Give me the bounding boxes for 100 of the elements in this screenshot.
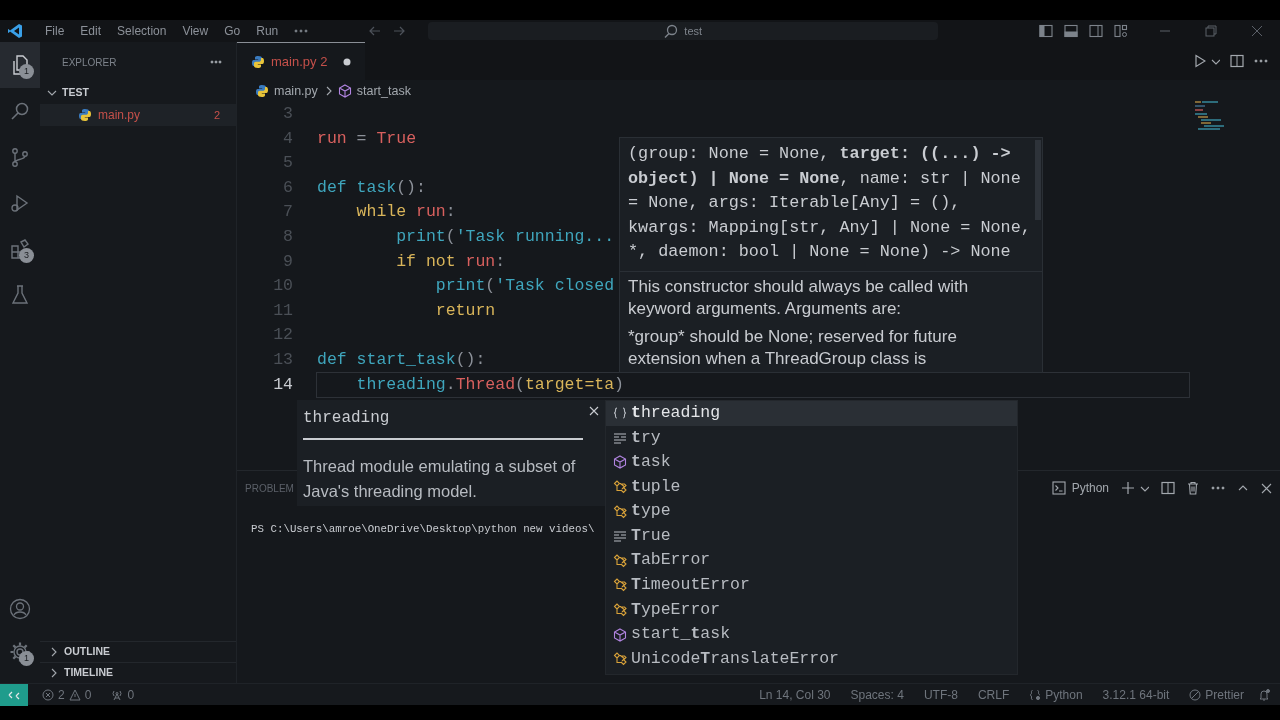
braces-icon [613,406,627,421]
cube-icon [337,84,352,98]
terminal-selector[interactable]: Python [1051,479,1109,497]
suggestion-item[interactable]: UnicodeTranslateError [606,646,1017,672]
suggestion-item[interactable]: TypeError [606,597,1017,623]
doc-paragraph: *group* should be None; reserved for future extension when a ThreadGroup class is [627,325,958,370]
breadcrumb-item[interactable]: start_task [356,81,411,101]
split-terminal-icon[interactable] [1161,481,1175,495]
plus-icon[interactable] [1121,481,1135,495]
suggestion-item[interactable]: True [606,523,1017,549]
class-icon [613,578,627,593]
split-editor-icon[interactable] [1230,54,1244,68]
folder-name[interactable]: TEST [62,85,89,101]
search-field[interactable]: test [428,22,939,40]
badge-count: 3 [19,248,34,263]
close-icon[interactable] [1261,482,1272,494]
section-header[interactable]: OUTLINE [40,641,236,662]
ports-status[interactable]: 0 [101,685,145,704]
class-icon [613,553,627,568]
terminal-icon [1051,481,1066,495]
status-item[interactable]: Spaces: 4 [840,685,914,704]
line-number: 5 [282,152,293,175]
badge-count: 1 [19,651,34,666]
sidebar-title: EXPLORER [62,55,117,70]
status-item[interactable]: CRLF [967,685,1020,704]
menu-item[interactable]: File [37,22,73,40]
breadcrumb-item[interactable]: main.py [274,81,318,101]
doc-paragraph: This constructor should always be called with keyword arguments. Arguments are: [627,275,970,320]
menu-item[interactable]: Edit [72,22,110,40]
cube-icon [613,455,627,470]
more-icon[interactable] [294,29,309,33]
account-icon [9,598,31,620]
minimap-drawing [1195,100,1227,130]
menu-item[interactable]: Selection [109,22,175,40]
text-lines-icon [613,430,627,445]
suggestion-item[interactable]: TimeoutError [606,573,1017,598]
line-number: 14 [272,373,293,396]
suggestion-item[interactable]: tuple [606,474,1017,500]
suggestion-item[interactable]: type [606,499,1017,524]
python-file-icon [251,54,265,69]
search-icon [664,24,679,38]
warning-count: 0 [84,686,92,704]
layout-icon[interactable] [1114,24,1128,38]
line-number: 7 [282,201,293,224]
class-icon [613,504,627,519]
code-line: print('Task closed [434,275,615,298]
status-item[interactable]: Ln 14, Col 30 [749,685,841,704]
play-icon[interactable] [1194,54,1206,68]
problems-status[interactable]: 2 0 [32,685,102,704]
more-icon[interactable] [1254,59,1268,63]
antenna-icon [111,688,124,701]
menu-item[interactable]: View [174,22,217,40]
notification-bell-icon[interactable] [1258,688,1270,701]
code-line: return [434,299,496,322]
remote-button[interactable] [0,683,28,706]
suggestion-item[interactable]: threading [606,401,1017,426]
prohibited-icon [1189,688,1202,701]
menu-item[interactable]: Run [248,22,287,40]
problem-count: 2 [213,107,220,123]
language-status[interactable]: Python [1019,685,1093,704]
code-line: threading.Thread(target=ta) [317,372,1189,398]
panel-toggle-icon[interactable] [1064,24,1078,38]
badge-count: 1 [19,64,34,79]
formatter-status[interactable]: Prettier [1179,685,1254,704]
class-icon [613,603,627,618]
ports-count: 0 [127,686,135,704]
python-file-icon [255,84,269,98]
status-item[interactable]: 3.12.1 64-bit [1092,685,1180,704]
details-title: threading [303,406,583,440]
activity-settings-button[interactable]: 1 [0,629,40,675]
terminal-line: PS C:\Users\amroe\OneDrive\Desktop\python new videos\ [251,522,595,537]
suggestion-item[interactable]: TabError [606,548,1017,574]
more-icon[interactable] [210,60,222,64]
secondary-sidebar-icon[interactable] [1089,24,1103,38]
editor-tab[interactable]: main.py 2 [237,42,366,80]
code-line: print('Task running... [395,225,615,248]
activity-explorer-button[interactable]: 1 [0,42,40,88]
file-name: main.py [98,107,142,124]
class-icon [613,652,627,667]
suggestion-item[interactable]: start_task [606,622,1017,647]
app-logo-icon [7,23,23,39]
sidebar-toggle-icon[interactable] [1039,24,1053,38]
text-lines-icon [613,529,627,544]
code-line: def start_task(): [317,348,486,371]
python-file-icon [78,108,92,122]
line-number: 11 [272,299,293,322]
error-count: 2 [58,686,65,704]
error-icon [42,688,54,701]
play-bug-icon [9,192,31,214]
more-icon[interactable] [1211,486,1225,490]
code-line: run = True [317,127,417,150]
trash-icon[interactable] [1187,481,1199,495]
menu-item[interactable]: Go [216,22,249,40]
line-number: 10 [272,275,293,298]
code-line: def task(): [317,176,426,199]
suggestion-item[interactable]: try [606,425,1017,451]
suggestion-item[interactable]: task [606,450,1017,475]
tree-item[interactable]: main.py 2 [40,104,236,126]
status-item[interactable]: UTF-8 [913,685,968,704]
activity-extensions-button[interactable]: 3 [0,226,40,272]
